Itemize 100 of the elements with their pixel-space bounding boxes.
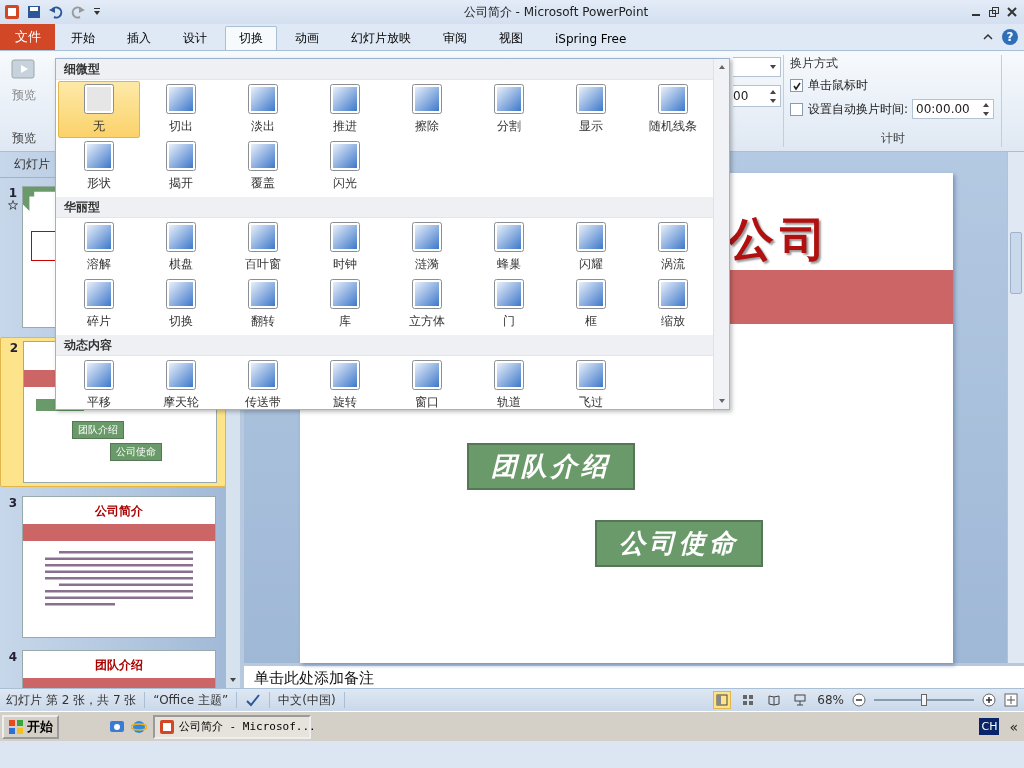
- slides-tab[interactable]: 幻灯片: [6, 152, 58, 177]
- transition-thumbnail-icon: [84, 141, 114, 171]
- transition-option[interactable]: 闪光: [304, 138, 386, 195]
- transition-thumbnail-icon: [494, 222, 524, 252]
- transition-option[interactable]: 形状: [58, 138, 140, 195]
- slide-number: 3: [8, 496, 18, 510]
- transition-option[interactable]: 碎片: [58, 276, 140, 333]
- transition-option[interactable]: 切出: [140, 81, 222, 138]
- transition-thumbnail-icon: [166, 141, 196, 171]
- transition-option[interactable]: 门: [468, 276, 550, 333]
- desktop-icon[interactable]: [109, 718, 125, 735]
- ribbon-tab[interactable]: 设计: [169, 26, 221, 50]
- transition-option[interactable]: 框: [550, 276, 632, 333]
- transition-option[interactable]: 擦除: [386, 81, 468, 138]
- undo-icon[interactable]: [48, 4, 64, 20]
- fit-window-icon[interactable]: [1004, 693, 1018, 707]
- transition-option[interactable]: 库: [304, 276, 386, 333]
- transition-option[interactable]: 轨道: [468, 357, 550, 409]
- checkbox[interactable]: [790, 102, 803, 116]
- help-button[interactable]: ?: [1002, 29, 1018, 45]
- normal-view-button[interactable]: [713, 691, 732, 709]
- nav-label: 公司使命: [110, 443, 162, 461]
- transition-thumbnail-icon: [658, 84, 688, 114]
- spinner-field[interactable]: 00: [733, 85, 781, 107]
- show-view-icon: [794, 694, 807, 706]
- theme-name[interactable]: “Office 主题”: [153, 691, 229, 709]
- restore-icon[interactable]: [988, 6, 1000, 18]
- spin-down-icon[interactable]: [982, 109, 991, 118]
- start-button[interactable]: 开始: [2, 714, 59, 739]
- auto-advance-checkbox[interactable]: 设置自动换片时间:: [790, 100, 909, 118]
- language-indicator[interactable]: CH: [979, 718, 1000, 735]
- transition-option[interactable]: 覆盖: [222, 138, 304, 195]
- dropdown-field[interactable]: [733, 57, 781, 77]
- transition-option[interactable]: 翻转: [222, 276, 304, 333]
- on-click-checkbox[interactable]: 单击鼠标时: [790, 77, 995, 94]
- transition-option[interactable]: 百叶窗: [222, 219, 304, 276]
- ribbon-tab[interactable]: 开始: [57, 26, 109, 50]
- vertical-scrollbar[interactable]: [1007, 152, 1024, 663]
- customize-caret-icon[interactable]: [92, 7, 102, 17]
- spellcheck-icon[interactable]: [245, 692, 262, 708]
- transition-option[interactable]: 显示: [550, 81, 632, 138]
- transition-option[interactable]: 缩放: [632, 276, 713, 333]
- transition-option[interactable]: 闪耀: [550, 219, 632, 276]
- ribbon-tab[interactable]: 动画: [281, 26, 333, 50]
- slider-thumb[interactable]: [921, 694, 927, 706]
- transition-option[interactable]: 蜂巢: [468, 219, 550, 276]
- group-title: 换片方式: [790, 55, 839, 72]
- expand-tray-button[interactable]: «: [1005, 718, 1022, 735]
- scroll-down-icon[interactable]: [229, 676, 237, 684]
- slide-thumbnail-row[interactable]: 3 公司简介: [0, 493, 226, 641]
- transition-option[interactable]: 平移: [58, 357, 140, 409]
- transition-option[interactable]: 棋盘: [140, 219, 222, 276]
- transition-thumbnail-icon: [412, 84, 442, 114]
- transition-option[interactable]: 窗口: [386, 357, 468, 409]
- spin-down-icon[interactable]: [769, 96, 777, 105]
- transition-thumbnail-icon: [576, 360, 606, 390]
- transition-option[interactable]: 涡流: [632, 219, 713, 276]
- transition-option[interactable]: 旋转: [304, 357, 386, 409]
- transition-option[interactable]: 随机线条: [632, 81, 713, 138]
- ribbon-tab[interactable]: 视图: [485, 26, 537, 50]
- notes-field[interactable]: 单击此处添加备注: [244, 663, 1024, 688]
- checkbox[interactable]: [790, 79, 803, 92]
- taskbar-window-button[interactable]: 公司简介 - Microsof...: [153, 714, 311, 739]
- save-icon[interactable]: [26, 4, 42, 20]
- ribbon-tab[interactable]: 插入: [113, 26, 165, 50]
- transition-option[interactable]: 推进: [304, 81, 386, 138]
- transition-option[interactable]: 揭开: [140, 138, 222, 195]
- transition-option[interactable]: 切换: [140, 276, 222, 333]
- app-icon[interactable]: [4, 4, 20, 20]
- language[interactable]: 中文(中国): [278, 691, 336, 709]
- transition-option[interactable]: 分割: [468, 81, 550, 138]
- scroll-down-icon[interactable]: [717, 397, 726, 405]
- transition-thumbnail-icon: [330, 84, 360, 114]
- transition-thumbnail-icon: [412, 222, 442, 252]
- zoom-out-icon[interactable]: [852, 693, 866, 707]
- slide-number: 1: [8, 186, 18, 200]
- transition-thumbnail-icon: [494, 84, 524, 114]
- transition-option[interactable]: 时钟: [304, 219, 386, 276]
- time-spinner-field[interactable]: 00:00.00: [912, 99, 995, 119]
- zoom-level[interactable]: 68%: [817, 693, 844, 707]
- transition-option[interactable]: 立方体: [386, 276, 468, 333]
- transition-thumbnail-icon: [166, 360, 196, 390]
- ribbon-tab[interactable]: iSpring Free: [541, 26, 641, 50]
- ribbon-tab[interactable]: 审阅: [429, 26, 481, 50]
- transition-thumbnail-icon: [494, 279, 524, 309]
- transition-option[interactable]: 无: [58, 81, 140, 138]
- transition-thumbnail-icon: [84, 84, 114, 114]
- transition-option[interactable]: 飞过: [550, 357, 632, 409]
- transition-option[interactable]: 摩天轮: [140, 357, 222, 409]
- file-tab[interactable]: 文件: [0, 24, 55, 50]
- section-header: 动态内容: [64, 336, 112, 354]
- slide-thumbnail-row[interactable]: 4 团队介绍: [0, 647, 226, 688]
- zoom-in-icon[interactable]: [982, 693, 996, 707]
- ribbon-tab[interactable]: 切换: [225, 26, 277, 50]
- transition-option[interactable]: 溶解: [58, 219, 140, 276]
- close-icon[interactable]: [1006, 6, 1018, 18]
- transition-option[interactable]: 涟漪: [386, 219, 468, 276]
- transition-option[interactable]: 淡出: [222, 81, 304, 138]
- ribbon-tab[interactable]: 幻灯片放映: [337, 26, 425, 50]
- scroll-up-icon[interactable]: [717, 63, 726, 71]
